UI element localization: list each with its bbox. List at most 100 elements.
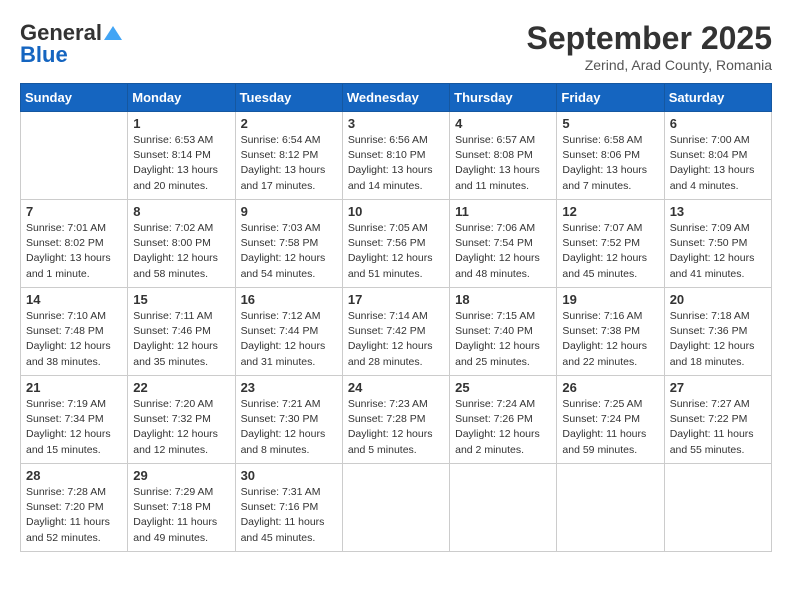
day-info: Sunrise: 7:19 AM Sunset: 7:34 PM Dayligh…	[26, 397, 122, 458]
day-number: 21	[26, 380, 122, 395]
day-cell: 2 Sunrise: 6:54 AM Sunset: 8:12 PM Daylig…	[235, 112, 342, 200]
col-header-wednesday: Wednesday	[342, 84, 449, 112]
day-info: Sunrise: 6:58 AM Sunset: 8:06 PM Dayligh…	[562, 133, 658, 194]
day-info: Sunrise: 6:53 AM Sunset: 8:14 PM Dayligh…	[133, 133, 229, 194]
month-title: September 2025	[527, 20, 772, 57]
day-info: Sunrise: 7:18 AM Sunset: 7:36 PM Dayligh…	[670, 309, 766, 370]
day-number: 4	[455, 116, 551, 131]
day-cell: 21 Sunrise: 7:19 AM Sunset: 7:34 PM Dayli…	[21, 376, 128, 464]
day-info: Sunrise: 7:25 AM Sunset: 7:24 PM Dayligh…	[562, 397, 658, 458]
day-cell: 23 Sunrise: 7:21 AM Sunset: 7:30 PM Dayli…	[235, 376, 342, 464]
logo-blue: Blue	[20, 42, 68, 68]
day-cell	[557, 464, 664, 552]
day-number: 2	[241, 116, 337, 131]
day-info: Sunrise: 7:06 AM Sunset: 7:54 PM Dayligh…	[455, 221, 551, 282]
day-number: 27	[670, 380, 766, 395]
day-info: Sunrise: 7:09 AM Sunset: 7:50 PM Dayligh…	[670, 221, 766, 282]
calendar-header-row: SundayMondayTuesdayWednesdayThursdayFrid…	[21, 84, 772, 112]
day-info: Sunrise: 6:54 AM Sunset: 8:12 PM Dayligh…	[241, 133, 337, 194]
day-info: Sunrise: 6:57 AM Sunset: 8:08 PM Dayligh…	[455, 133, 551, 194]
day-info: Sunrise: 7:14 AM Sunset: 7:42 PM Dayligh…	[348, 309, 444, 370]
day-number: 29	[133, 468, 229, 483]
day-cell: 16Sunrise: 7:12 AM Sunset: 7:44 PM Dayli…	[235, 288, 342, 376]
day-number: 6	[670, 116, 766, 131]
day-cell: 24 Sunrise: 7:23 AM Sunset: 7:28 PM Dayli…	[342, 376, 449, 464]
day-cell	[664, 464, 771, 552]
day-number: 28	[26, 468, 122, 483]
day-number: 30	[241, 468, 337, 483]
day-cell: 30 Sunrise: 7:31 AM Sunset: 7:16 PM Dayli…	[235, 464, 342, 552]
day-cell: 5 Sunrise: 6:58 AM Sunset: 8:06 PM Daylig…	[557, 112, 664, 200]
day-cell: 29 Sunrise: 7:29 AM Sunset: 7:18 PM Dayli…	[128, 464, 235, 552]
day-number: 10	[348, 204, 444, 219]
col-header-thursday: Thursday	[450, 84, 557, 112]
day-cell	[450, 464, 557, 552]
day-number: 7	[26, 204, 122, 219]
day-cell: 12Sunrise: 7:07 AM Sunset: 7:52 PM Dayli…	[557, 200, 664, 288]
day-cell: 7 Sunrise: 7:01 AM Sunset: 8:02 PM Daylig…	[21, 200, 128, 288]
day-info: Sunrise: 7:23 AM Sunset: 7:28 PM Dayligh…	[348, 397, 444, 458]
week-row-4: 21 Sunrise: 7:19 AM Sunset: 7:34 PM Dayli…	[21, 376, 772, 464]
day-info: Sunrise: 7:21 AM Sunset: 7:30 PM Dayligh…	[241, 397, 337, 458]
day-number: 12	[562, 204, 658, 219]
day-number: 3	[348, 116, 444, 131]
day-info: Sunrise: 7:05 AM Sunset: 7:56 PM Dayligh…	[348, 221, 444, 282]
day-cell: 15Sunrise: 7:11 AM Sunset: 7:46 PM Dayli…	[128, 288, 235, 376]
day-cell: 10 Sunrise: 7:05 AM Sunset: 7:56 PM Dayli…	[342, 200, 449, 288]
day-number: 13	[670, 204, 766, 219]
day-number: 22	[133, 380, 229, 395]
day-cell	[342, 464, 449, 552]
day-info: Sunrise: 7:02 AM Sunset: 8:00 PM Dayligh…	[133, 221, 229, 282]
day-number: 20	[670, 292, 766, 307]
day-info: Sunrise: 7:16 AM Sunset: 7:38 PM Dayligh…	[562, 309, 658, 370]
day-cell: 6Sunrise: 7:00 AM Sunset: 8:04 PM Daylig…	[664, 112, 771, 200]
col-header-friday: Friday	[557, 84, 664, 112]
day-info: Sunrise: 7:01 AM Sunset: 8:02 PM Dayligh…	[26, 221, 122, 282]
day-cell: 3 Sunrise: 6:56 AM Sunset: 8:10 PM Daylig…	[342, 112, 449, 200]
day-info: Sunrise: 7:28 AM Sunset: 7:20 PM Dayligh…	[26, 485, 122, 546]
day-number: 24	[348, 380, 444, 395]
day-cell	[21, 112, 128, 200]
day-cell: 4 Sunrise: 6:57 AM Sunset: 8:08 PM Daylig…	[450, 112, 557, 200]
col-header-monday: Monday	[128, 84, 235, 112]
day-number: 25	[455, 380, 551, 395]
day-info: Sunrise: 7:27 AM Sunset: 7:22 PM Dayligh…	[670, 397, 766, 458]
week-row-5: 28 Sunrise: 7:28 AM Sunset: 7:20 PM Dayli…	[21, 464, 772, 552]
day-cell: 14 Sunrise: 7:10 AM Sunset: 7:48 PM Dayli…	[21, 288, 128, 376]
day-cell: 11Sunrise: 7:06 AM Sunset: 7:54 PM Dayli…	[450, 200, 557, 288]
week-row-2: 7 Sunrise: 7:01 AM Sunset: 8:02 PM Daylig…	[21, 200, 772, 288]
day-info: Sunrise: 7:03 AM Sunset: 7:58 PM Dayligh…	[241, 221, 337, 282]
day-number: 5	[562, 116, 658, 131]
day-cell: 19Sunrise: 7:16 AM Sunset: 7:38 PM Dayli…	[557, 288, 664, 376]
day-number: 8	[133, 204, 229, 219]
day-number: 18	[455, 292, 551, 307]
day-number: 9	[241, 204, 337, 219]
day-info: Sunrise: 7:31 AM Sunset: 7:16 PM Dayligh…	[241, 485, 337, 546]
logo: General Blue	[20, 20, 122, 68]
week-row-1: 1 Sunrise: 6:53 AM Sunset: 8:14 PM Daylig…	[21, 112, 772, 200]
day-info: Sunrise: 7:24 AM Sunset: 7:26 PM Dayligh…	[455, 397, 551, 458]
day-number: 1	[133, 116, 229, 131]
day-number: 14	[26, 292, 122, 307]
day-cell: 13 Sunrise: 7:09 AM Sunset: 7:50 PM Dayli…	[664, 200, 771, 288]
day-cell: 20 Sunrise: 7:18 AM Sunset: 7:36 PM Dayli…	[664, 288, 771, 376]
day-cell: 27 Sunrise: 7:27 AM Sunset: 7:22 PM Dayli…	[664, 376, 771, 464]
day-info: Sunrise: 7:10 AM Sunset: 7:48 PM Dayligh…	[26, 309, 122, 370]
col-header-tuesday: Tuesday	[235, 84, 342, 112]
day-cell: 22 Sunrise: 7:20 AM Sunset: 7:32 PM Dayli…	[128, 376, 235, 464]
day-info: Sunrise: 7:20 AM Sunset: 7:32 PM Dayligh…	[133, 397, 229, 458]
day-cell: 1 Sunrise: 6:53 AM Sunset: 8:14 PM Daylig…	[128, 112, 235, 200]
day-number: 23	[241, 380, 337, 395]
day-info: Sunrise: 6:56 AM Sunset: 8:10 PM Dayligh…	[348, 133, 444, 194]
day-cell: 28 Sunrise: 7:28 AM Sunset: 7:20 PM Dayli…	[21, 464, 128, 552]
page-header: General Blue September 2025 Zerind, Arad…	[20, 20, 772, 73]
day-cell: 9 Sunrise: 7:03 AM Sunset: 7:58 PM Daylig…	[235, 200, 342, 288]
day-info: Sunrise: 7:11 AM Sunset: 7:46 PM Dayligh…	[133, 309, 229, 370]
day-info: Sunrise: 7:29 AM Sunset: 7:18 PM Dayligh…	[133, 485, 229, 546]
day-cell: 25 Sunrise: 7:24 AM Sunset: 7:26 PM Dayli…	[450, 376, 557, 464]
day-info: Sunrise: 7:15 AM Sunset: 7:40 PM Dayligh…	[455, 309, 551, 370]
week-row-3: 14 Sunrise: 7:10 AM Sunset: 7:48 PM Dayli…	[21, 288, 772, 376]
col-header-saturday: Saturday	[664, 84, 771, 112]
location: Zerind, Arad County, Romania	[527, 57, 772, 73]
day-cell: 17Sunrise: 7:14 AM Sunset: 7:42 PM Dayli…	[342, 288, 449, 376]
